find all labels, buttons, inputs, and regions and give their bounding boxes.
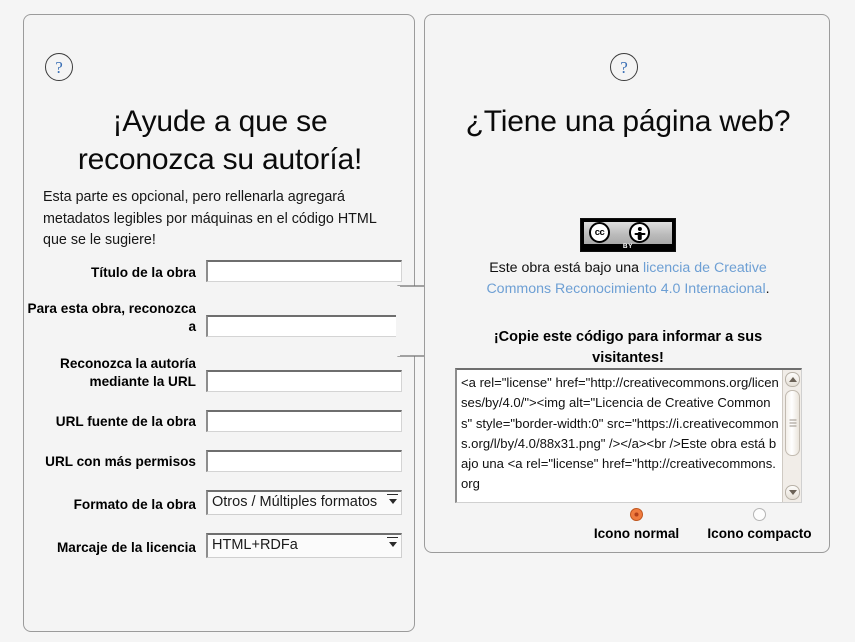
badge-by-label: BY xyxy=(581,243,675,250)
cc-logo-icon: cc xyxy=(589,222,610,243)
input-attribute-to[interactable] xyxy=(206,315,402,337)
label-attribution-url: Reconozca la autoría mediante la URL xyxy=(24,355,206,392)
radio-compact-icon-dot[interactable] xyxy=(753,508,766,521)
person-body xyxy=(637,232,642,240)
attribution-panel: ? ¡Ayude a que se reconozca su autoría! … xyxy=(23,14,415,632)
help-question-icon[interactable]: ? xyxy=(610,53,638,81)
person-head xyxy=(637,227,641,231)
website-panel: ? ¿Tiene una página web? cc BY Este obra… xyxy=(424,14,830,553)
form-row-more-permissions-url: URL con más permisos xyxy=(24,450,416,472)
label-source-url: URL fuente de la obra xyxy=(24,413,206,431)
radio-option-compact-icon[interactable]: Icono compacto xyxy=(698,508,821,541)
icon-style-radio-group: Icono normal Icono compacto xyxy=(575,508,821,541)
label-more-permissions-url: URL con más permisos xyxy=(24,453,206,471)
input-attribution-url[interactable] xyxy=(206,370,402,392)
form-row-license-markup: Marcaje de la licencia HTML+RDFa xyxy=(24,533,416,558)
form-row-attribution-url: Reconozca la autoría mediante la URL xyxy=(24,355,416,392)
license-statement-suffix: . xyxy=(766,281,770,297)
license-code-textarea[interactable]: <a rel="license" href="http://creativeco… xyxy=(455,368,802,503)
form-row-source-url: URL fuente de la obra xyxy=(24,410,416,432)
form-row-work-title: Título de la obra xyxy=(24,260,416,282)
attribution-form: Título de la obra Para esta obra, recono… xyxy=(24,260,416,576)
label-work-title: Título de la obra xyxy=(24,264,206,282)
form-row-work-format: Formato de la obra Otros / Múltiples for… xyxy=(24,490,416,515)
code-heading: ¡Copie este código para informar a sus v… xyxy=(458,327,798,369)
radio-option-normal-icon[interactable]: Icono normal xyxy=(575,508,698,541)
input-work-title[interactable] xyxy=(206,260,402,282)
panel-subtitle-left: Esta parte es opcional, pero rellenarla … xyxy=(43,187,391,252)
select-license-markup-value[interactable]: HTML+RDFa xyxy=(206,533,402,558)
by-person-icon xyxy=(629,222,650,243)
select-license-markup[interactable]: HTML+RDFa xyxy=(206,533,402,558)
page-title-left: ¡Ayude a que se reconozca su autoría! xyxy=(42,103,398,180)
scrollbar-grip-icon xyxy=(789,420,796,427)
radio-compact-icon-label: Icono compacto xyxy=(698,526,821,541)
select-work-format-value[interactable]: Otros / Múltiples formatos xyxy=(206,490,402,515)
select-work-format[interactable]: Otros / Múltiples formatos xyxy=(206,490,402,515)
page-title-right: ¿Tiene una página web? xyxy=(445,103,811,141)
scroll-up-arrow-icon[interactable] xyxy=(785,372,800,387)
input-source-url[interactable] xyxy=(206,410,402,432)
label-work-format: Formato de la obra xyxy=(24,496,206,514)
form-row-attribute-to: Para esta obra, reconozca a xyxy=(24,300,416,337)
input-more-permissions-url[interactable] xyxy=(206,450,402,472)
radio-normal-icon-label: Icono normal xyxy=(575,526,698,541)
license-code-value[interactable]: <a rel="license" href="http://creativeco… xyxy=(461,373,779,499)
code-scrollbar[interactable] xyxy=(782,370,801,502)
page-root: ? ¡Ayude a que se reconozca su autoría! … xyxy=(0,0,855,642)
scroll-down-arrow-icon[interactable] xyxy=(785,485,800,500)
radio-normal-icon-dot[interactable] xyxy=(630,508,643,521)
scrollbar-thumb[interactable] xyxy=(785,390,800,456)
label-attribute-to: Para esta obra, reconozca a xyxy=(24,300,206,337)
license-statement: Este obra está bajo una licencia de Crea… xyxy=(463,258,793,301)
help-question-icon[interactable]: ? xyxy=(45,53,73,81)
license-statement-prefix: Este obra está bajo una xyxy=(489,260,643,276)
label-license-markup: Marcaje de la licencia xyxy=(24,539,206,557)
creative-commons-by-badge: cc BY xyxy=(580,218,676,252)
